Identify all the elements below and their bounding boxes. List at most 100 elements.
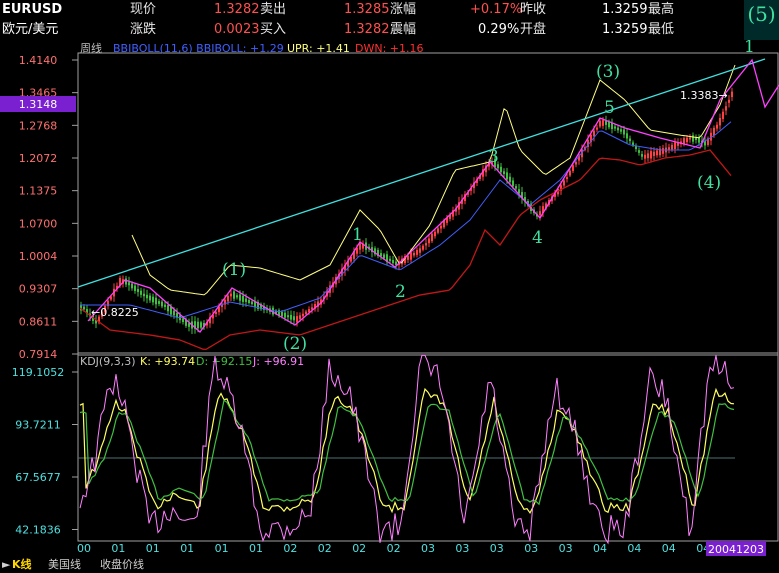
wave-label-major-3: (3) — [596, 62, 620, 82]
candle-body — [416, 249, 418, 255]
low-label: 最低 — [648, 22, 675, 37]
change-pct-label: 涨幅 — [390, 2, 417, 17]
candle-body — [161, 301, 163, 307]
candle-body — [698, 138, 700, 143]
price-y-tick: 1.2768 — [19, 119, 58, 132]
candle-body — [434, 231, 436, 237]
candle-body — [167, 305, 169, 312]
candle-body — [611, 122, 613, 130]
candle-body — [569, 170, 571, 176]
candle-body — [155, 297, 157, 305]
candle-body — [728, 99, 730, 103]
tab-close-line[interactable]: 收盘价线 — [100, 557, 144, 573]
candle-body — [197, 321, 199, 329]
candle-body — [506, 172, 508, 180]
wave-label-minor-2: 2 — [395, 282, 406, 302]
candle-body — [731, 91, 733, 98]
wave-labels: (1) (2) (3) (4) 1 2 3 4 5 1 — [222, 40, 755, 354]
k-legend: K: +93.74 — [140, 355, 195, 368]
candle-body — [296, 316, 298, 323]
candle-body — [620, 129, 622, 132]
x-axis-tick: 01 — [146, 542, 160, 555]
candle-body — [644, 154, 646, 159]
prev-close-label: 昨收 — [520, 2, 547, 17]
candle-body — [395, 261, 397, 265]
wave-label-minor-4: 4 — [532, 228, 543, 248]
wave-label-top-1: 1 — [744, 40, 755, 57]
candle-body — [293, 316, 295, 321]
candle-body — [632, 142, 634, 145]
candle-body — [302, 313, 304, 317]
quote-header: EURUSD 现价 1.3282 卖出 1.3285 涨幅 +0.17% 昨收 … — [0, 0, 779, 40]
candle-body — [623, 129, 625, 135]
candle-body — [695, 137, 697, 141]
open-value: 1.3259 — [602, 22, 648, 37]
x-axis-tick: 02 — [318, 542, 332, 555]
bbiboll-legend: BBIBOLL(11,6) BBIBOLL: +1.29 — [113, 42, 284, 55]
candle-body — [287, 315, 289, 318]
kdj-y-axis: 119.105293.721167.567742.183616.0303 — [12, 366, 78, 537]
candle-body — [515, 186, 517, 189]
tab-us-line[interactable]: 美国线 — [48, 557, 81, 573]
chart-area[interactable]: 周线 BBIBOLL(11,6) BBIBOLL: +1.29 UPR: +1.… — [0, 40, 779, 557]
annotations: ←0.8225 1.3383→ — [91, 89, 728, 319]
candle-body — [674, 142, 676, 150]
candle-body — [566, 177, 568, 180]
candle-body — [182, 318, 184, 322]
prev-close-value: 1.3259 — [602, 2, 648, 17]
candle-body — [614, 126, 616, 129]
candle-body — [158, 301, 160, 304]
low-price-annotation: ←0.8225 — [91, 306, 139, 319]
trend-line — [77, 58, 766, 288]
candle-body — [239, 294, 241, 301]
candle-body — [422, 245, 424, 250]
candle-body — [173, 310, 175, 316]
candle-body — [392, 260, 394, 264]
change-label: 涨跌 — [130, 22, 157, 37]
candle-body — [137, 289, 139, 292]
ask-value: 1.3285 — [344, 2, 390, 17]
x-axis-tick: 00 — [77, 542, 91, 555]
price-y-tick: 0.7914 — [19, 348, 58, 361]
x-axis-tick: 04 — [662, 542, 676, 555]
last-price-label: 现价 — [130, 2, 157, 17]
x-axis-tick: 03 — [490, 542, 504, 555]
candle-body — [641, 154, 643, 157]
candle-body — [233, 291, 235, 299]
price-y-tick: 0.9307 — [19, 283, 58, 296]
x-axis-tick: 02 — [387, 542, 401, 555]
x-axis-tick: 01 — [249, 542, 263, 555]
candle-body — [230, 293, 232, 297]
tab-kline[interactable]: K线 — [12, 557, 32, 573]
candle-body — [83, 306, 85, 310]
price-panel-title: 周线 — [80, 41, 102, 55]
candle-body — [305, 311, 307, 315]
kdj-y-tick: 42.1836 — [15, 524, 61, 537]
candle-body — [140, 290, 142, 295]
candle-body — [662, 148, 664, 154]
candle-body — [245, 298, 247, 302]
price-y-tick: 1.2072 — [19, 152, 58, 165]
candle-body — [716, 124, 718, 129]
candle-body — [563, 180, 565, 186]
d-line — [79, 399, 735, 506]
candle-body — [299, 315, 301, 319]
candle-body — [653, 151, 655, 156]
candle-body — [539, 211, 541, 216]
x-axis-tick: 04 — [627, 542, 641, 555]
x-axis-tick: 04 — [593, 542, 607, 555]
candle-body — [599, 120, 601, 127]
x-axis-tick: 03 — [559, 542, 573, 555]
candle-body — [425, 243, 427, 246]
candle-body — [713, 127, 715, 136]
candle-body — [389, 258, 391, 261]
candle-body — [431, 233, 433, 242]
candle-body — [668, 147, 670, 150]
candle-body — [626, 133, 628, 139]
candle-body — [602, 120, 604, 126]
candle-body — [605, 121, 607, 125]
candle-body — [281, 311, 283, 317]
wave-label-minor-3: 3 — [488, 147, 499, 167]
candle-body — [656, 150, 658, 156]
candle-body — [134, 285, 136, 291]
